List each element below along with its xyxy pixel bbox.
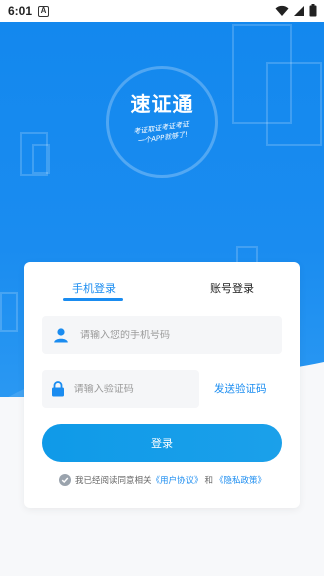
signal-icon (294, 5, 304, 16)
decor-rect (266, 62, 322, 146)
logo-slogan: 考证取证考证考证 一个APP就够了! (133, 119, 191, 147)
app-logo: 速证通 考证取证考证考证 一个APP就够了! (106, 66, 218, 178)
agreement-and: 和 (204, 476, 214, 486)
status-icons (275, 4, 317, 17)
status-time: 6:01 (8, 4, 33, 18)
decor-rect (32, 144, 50, 174)
status-bar: 6:01 A (0, 0, 324, 22)
agreement-prefix: 我已经阅读同意相关 (75, 476, 152, 486)
check-icon (61, 477, 69, 483)
lock-icon (42, 381, 74, 397)
login-button[interactable]: 登录 (42, 424, 282, 462)
privacy-policy-link[interactable]: 《隐私政策》 (215, 474, 266, 486)
tab-phone-login[interactable]: 手机登录 (72, 280, 116, 296)
login-card: 手机登录 账号登录 发送验证码 登录 我已经阅读同意相关 《用户协议》 和 《隐… (24, 262, 300, 508)
active-tab-indicator (63, 298, 123, 301)
wifi-icon (275, 5, 289, 16)
code-field[interactable] (42, 370, 199, 408)
notification-icon: A (38, 5, 50, 17)
tab-account-login[interactable]: 账号登录 (210, 280, 254, 296)
phone-input[interactable] (80, 329, 230, 341)
logo-title: 速证通 (130, 91, 194, 116)
battery-icon (309, 4, 317, 17)
login-tabs: 手机登录 账号登录 (24, 262, 300, 302)
user-icon (42, 327, 80, 343)
agreement-row: 我已经阅读同意相关 《用户协议》 和 《隐私政策》 (59, 474, 266, 486)
user-agreement-link[interactable]: 《用户协议》 (152, 474, 203, 486)
phone-field[interactable] (42, 316, 282, 354)
send-code-button[interactable]: 发送验证码 (214, 381, 267, 396)
agreement-checkbox[interactable] (59, 474, 71, 486)
verification-code-input[interactable] (73, 383, 199, 395)
